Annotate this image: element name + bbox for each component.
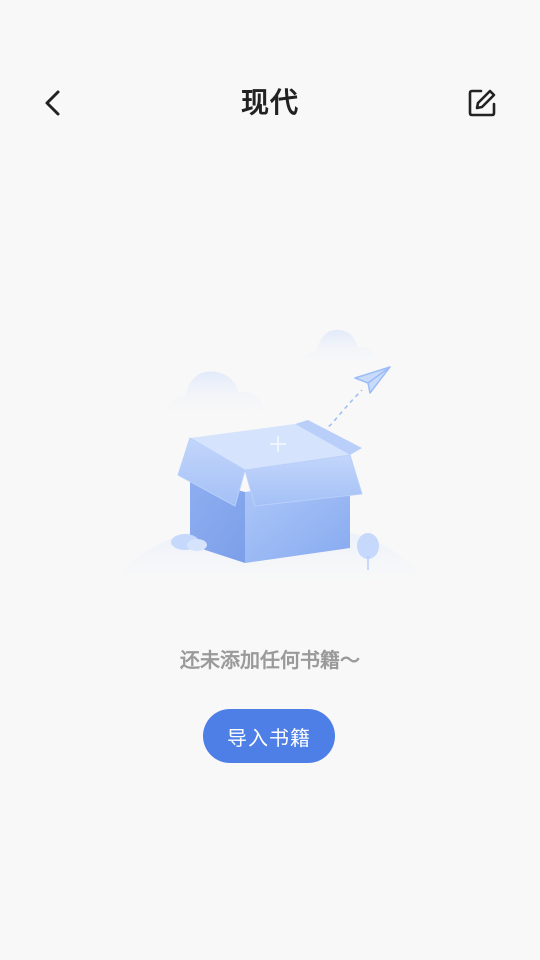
edit-icon [468, 89, 496, 117]
empty-box-illustration [100, 320, 440, 605]
import-books-button[interactable]: 导入书籍 [203, 709, 335, 763]
empty-state-message: 还未添加任何书籍～ [180, 648, 360, 672]
header: 现代 [0, 70, 540, 136]
page-title: 现代 [240, 86, 299, 119]
edit-button[interactable] [462, 83, 502, 123]
books-empty-screen: 现代 还未添加任何书籍～ 导入书籍 [0, 0, 540, 960]
